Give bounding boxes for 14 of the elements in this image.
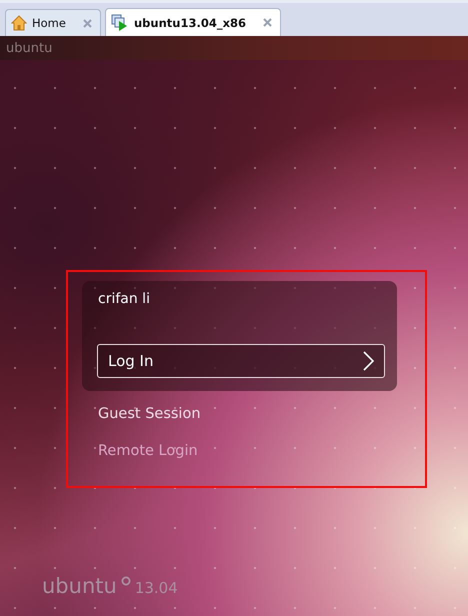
panel-title: ubuntu: [6, 40, 52, 56]
user-name: crifan li: [98, 291, 151, 307]
ubuntu-logo: ubuntu: [42, 574, 117, 598]
login-button[interactable]: Log In: [97, 344, 385, 378]
close-icon[interactable]: [263, 18, 272, 27]
chevron-icon: [363, 351, 374, 371]
session-option[interactable]: Guest Session: [98, 406, 201, 422]
house-icon: [11, 15, 27, 31]
circle-of-friends-icon: [120, 576, 131, 586]
virtual-machine-icon: [110, 14, 129, 31]
tab[interactable]: ubuntu13.04_x86: [104, 8, 281, 36]
close-icon[interactable]: [82, 18, 92, 28]
version-label: 13.04: [134, 579, 178, 597]
tab[interactable]: Home: [5, 9, 101, 36]
